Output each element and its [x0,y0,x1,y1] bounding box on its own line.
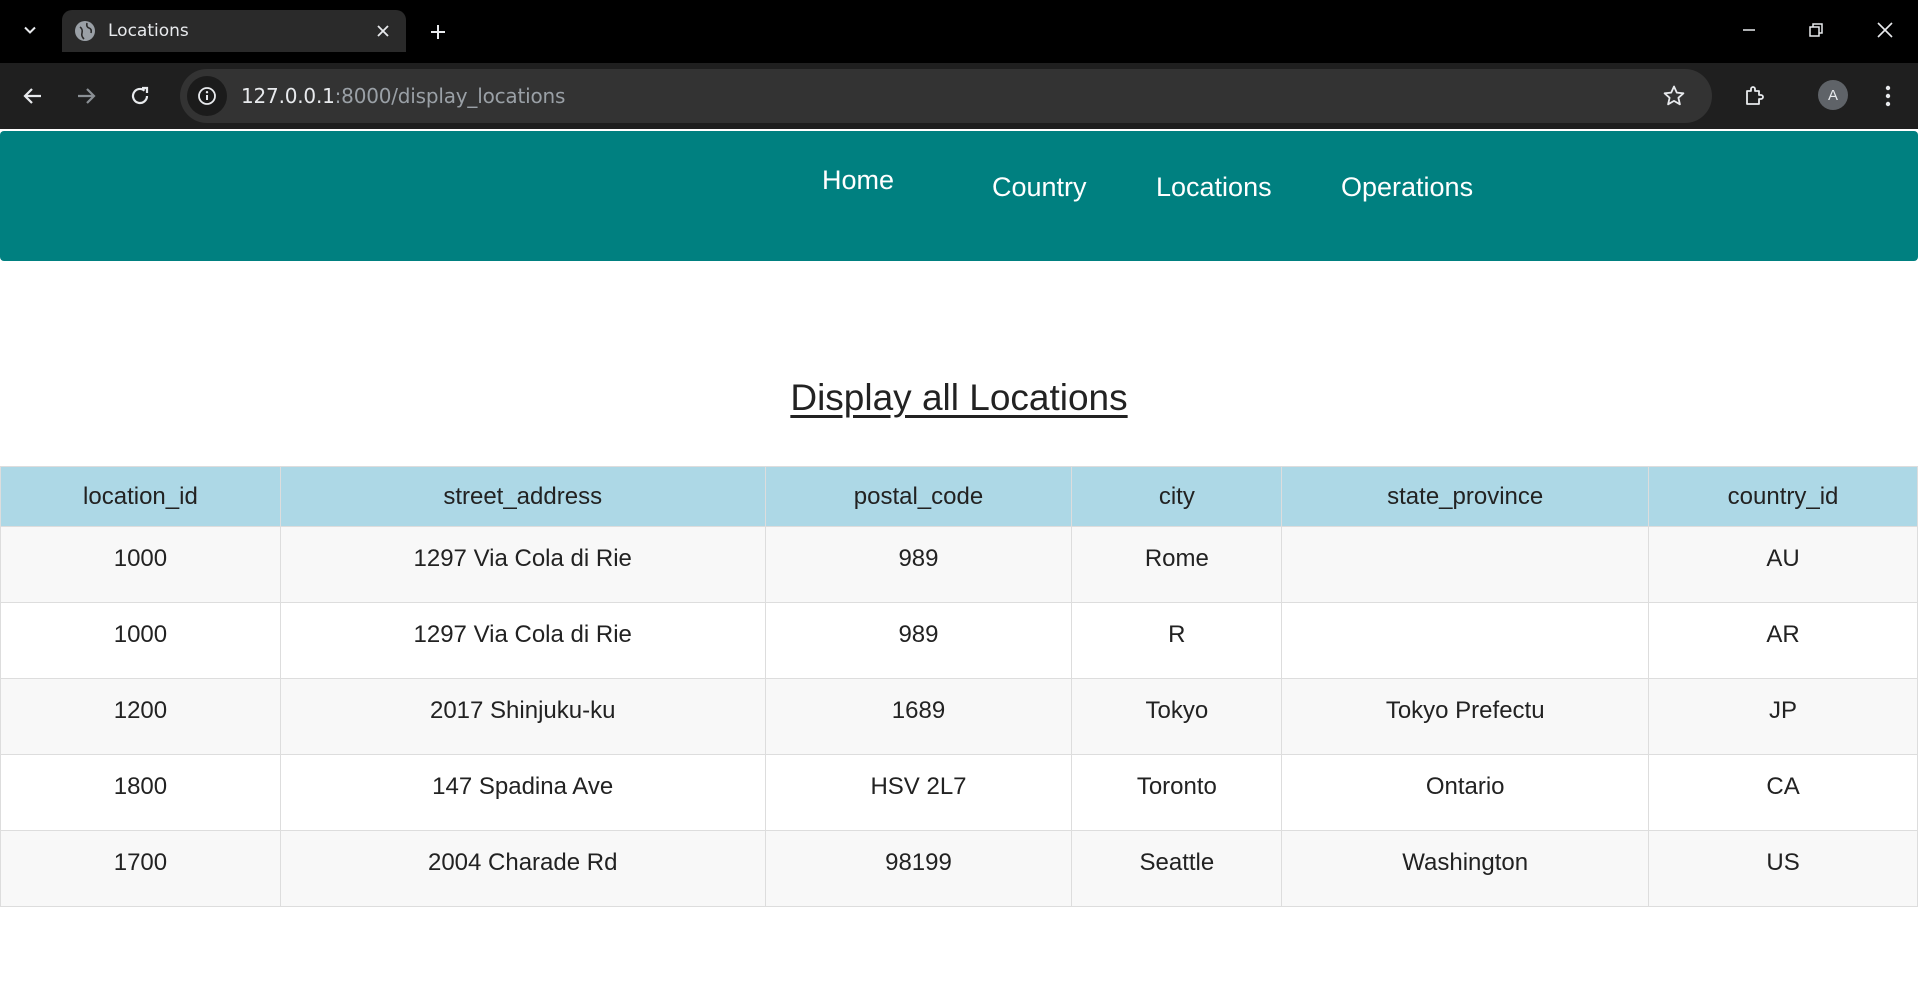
cell-city: Toronto [1071,754,1283,831]
info-icon [198,87,216,105]
close-icon [1877,22,1893,38]
arrow-left-icon [23,88,41,104]
forward-button[interactable] [66,76,106,116]
cell-street-address: 2004 Charade Rd [279,830,766,907]
column-header-city: city [1071,466,1283,527]
cell-location-id: 1000 [0,602,281,679]
close-window-button[interactable] [1852,0,1918,60]
cell-country-id: CA [1648,754,1918,831]
address-bar[interactable]: 127.0.0.1:8000/display_locations [180,69,1712,123]
url-text: 127.0.0.1:8000/display_locations [241,84,1654,108]
cell-state-province [1281,526,1650,603]
tab-close-button[interactable] [370,18,396,44]
cell-postal-code: 98199 [764,830,1073,907]
table-header-row: location_id street_address postal_code c… [0,466,1918,527]
url-path: :8000/display_locations [334,84,566,108]
locations-table: location_id street_address postal_code c… [0,466,1918,907]
url-host: 127.0.0.1 [241,84,335,108]
cell-postal-code: 989 [764,602,1073,679]
browser-tab-strip: Locations [0,0,1918,63]
restore-button[interactable] [1783,0,1849,60]
puzzle-icon [1746,86,1764,105]
cell-location-id: 1800 [0,754,281,831]
bookmark-button[interactable] [1654,76,1694,116]
minimize-button[interactable] [1716,0,1782,60]
cell-state-province: Washington [1281,830,1650,907]
cell-location-id: 1000 [0,526,281,603]
browser-toolbar: 127.0.0.1:8000/display_locations A [0,63,1918,129]
globe-icon [75,21,95,41]
column-header-country-id: country_id [1648,466,1918,527]
cell-street-address: 2017 Shinjuku-ku [279,678,766,755]
page-title: Display all Locations [0,377,1918,419]
table-row: 1000 1297 Via Cola di Rie 989 Rome AU [0,526,1918,603]
column-header-street-address: street_address [279,466,766,527]
page-title-text: Display all Locations [790,377,1128,418]
nav-link-home[interactable]: Home [822,165,894,196]
table-row: 1800 147 Spadina Ave HSV 2L7 Toronto Ont… [0,754,1918,831]
arrow-right-icon [78,88,96,104]
nav-link-locations[interactable]: Locations [1156,172,1272,203]
cell-city: Rome [1071,526,1283,603]
back-button[interactable] [13,76,53,116]
restore-icon [1809,23,1823,37]
browser-menu-button[interactable] [1868,76,1908,116]
reload-icon [131,86,149,105]
cell-country-id: AU [1648,526,1918,603]
reload-button[interactable] [120,76,160,116]
minimize-icon [1743,29,1755,31]
cell-street-address: 147 Spadina Ave [279,754,766,831]
table-row: 1700 2004 Charade Rd 98199 Seattle Washi… [0,830,1918,907]
nav-link-country[interactable]: Country [992,172,1087,203]
cell-country-id: JP [1648,678,1918,755]
cell-country-id: US [1648,830,1918,907]
cell-state-province [1281,602,1650,679]
browser-tab[interactable]: Locations [62,10,406,52]
nav-link-operations[interactable]: Operations [1341,172,1473,203]
extensions-button[interactable] [1735,76,1775,116]
cell-country-id: AR [1648,602,1918,679]
cell-location-id: 1200 [0,678,281,755]
cell-city: Seattle [1071,830,1283,907]
column-header-location-id: location_id [0,466,281,527]
cell-postal-code: 989 [764,526,1073,603]
table-row: 1200 2017 Shinjuku-ku 1689 Tokyo Tokyo P… [0,678,1918,755]
cell-state-province: Tokyo Prefectu [1281,678,1650,755]
cell-city: Tokyo [1071,678,1283,755]
profile-avatar[interactable]: A [1818,80,1848,110]
chevron-down-icon [24,26,36,34]
site-navbar: Home Country Locations Operations [0,131,1918,261]
close-icon [377,25,389,37]
plus-icon [431,25,445,39]
cell-state-province: Ontario [1281,754,1650,831]
cell-location-id: 1700 [0,830,281,907]
site-info-button[interactable] [187,76,227,116]
cell-city: R [1071,602,1283,679]
column-header-state-province: state_province [1281,466,1650,527]
cell-street-address: 1297 Via Cola di Rie [279,526,766,603]
tab-search-button[interactable] [12,12,48,48]
star-icon [1663,85,1685,106]
column-header-postal-code: postal_code [764,466,1073,527]
more-vertical-icon [1885,85,1891,107]
cell-street-address: 1297 Via Cola di Rie [279,602,766,679]
table-row: 1000 1297 Via Cola di Rie 989 R AR [0,602,1918,679]
new-tab-button[interactable] [420,14,456,50]
cell-postal-code: HSV 2L7 [764,754,1073,831]
tab-title: Locations [108,21,189,41]
cell-postal-code: 1689 [764,678,1073,755]
